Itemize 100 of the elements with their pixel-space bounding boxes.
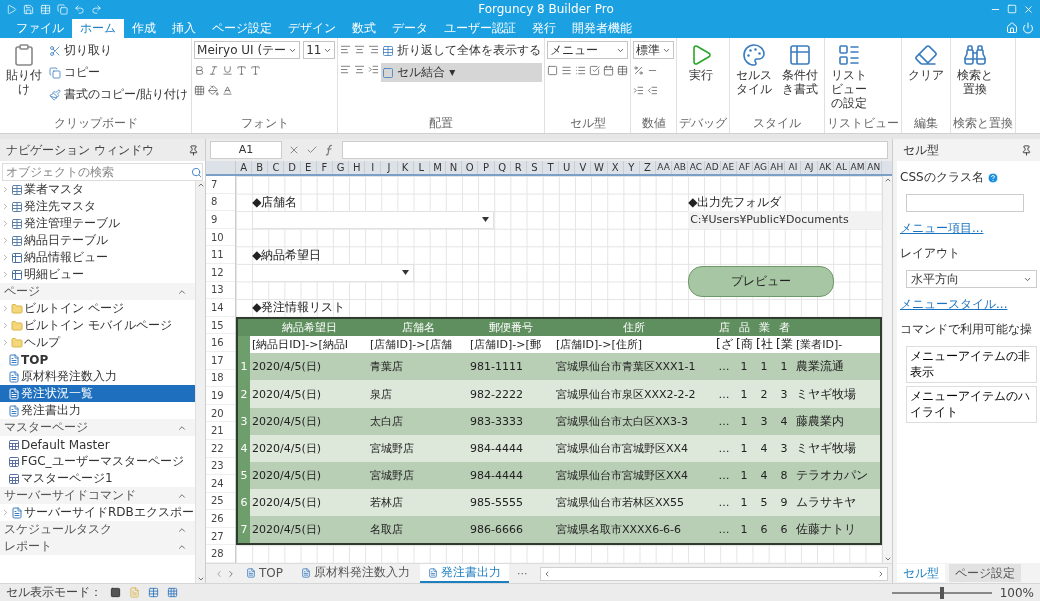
list-row[interactable]: 7 2020/4/5(日) 名取店 986-6666 宮城県名取市XXXX6-6-6 … 1 6 6 佐藤ナトリ xyxy=(238,516,880,544)
sheet-tab[interactable]: 発注書出力 xyxy=(420,564,509,583)
list-icon[interactable] xyxy=(575,65,587,76)
nav-item[interactable]: 納品情報ビュー xyxy=(0,249,195,266)
ribbon-dropdown[interactable]: メニュー xyxy=(547,41,629,59)
row-header[interactable]: 8 xyxy=(206,193,235,212)
row-header[interactable]: 14 xyxy=(206,299,235,317)
column-header[interactable]: AK xyxy=(817,161,834,174)
column-header[interactable]: V xyxy=(575,161,592,174)
row-header[interactable]: 19 xyxy=(206,387,235,405)
column-header[interactable]: AE xyxy=(720,161,737,174)
nav-section-header[interactable]: レポート xyxy=(0,538,195,555)
column-header[interactable]: AJ xyxy=(801,161,818,174)
nav-item[interactable]: 発注書出力 xyxy=(0,402,195,419)
folder-path-field[interactable]: C:¥Users¥Public¥Documents xyxy=(688,211,882,229)
nav-section-header[interactable]: ページ xyxy=(0,283,195,300)
ribbon-button[interactable]: 検索と置換 xyxy=(953,41,998,99)
nav-item[interactable]: 明細ビュー xyxy=(0,266,195,283)
align-left-icon[interactable] xyxy=(340,44,352,55)
column-header[interactable]: P xyxy=(478,161,495,174)
column-header[interactable]: AC xyxy=(688,161,705,174)
ribbon-button[interactable]: 書式のコピー/貼り付け xyxy=(48,85,190,104)
column-header[interactable]: H xyxy=(349,161,366,174)
column-header[interactable]: AD xyxy=(704,161,721,174)
scroll-up-icon[interactable] xyxy=(196,181,205,189)
column-header[interactable]: J xyxy=(381,161,398,174)
column-header[interactable]: R xyxy=(510,161,527,174)
menu-icon[interactable] xyxy=(561,65,573,76)
row-header[interactable]: 22 xyxy=(206,439,235,458)
table-icon[interactable] xyxy=(148,587,159,598)
row-header[interactable]: 16 xyxy=(206,334,235,352)
nav-item[interactable]: TOP xyxy=(0,351,195,368)
column-header[interactable]: U xyxy=(559,161,576,174)
list-row[interactable]: 2 2020/4/5(日) 泉店 982-2222 宮城県仙台市泉区XXX2-2-2 … 1 2 3 ミヤギ牧場 xyxy=(238,380,880,408)
font-size-icon[interactable] xyxy=(236,65,248,76)
column-header[interactable]: G xyxy=(332,161,350,174)
align-center-icon[interactable] xyxy=(354,64,366,75)
square-icon[interactable] xyxy=(110,587,121,598)
more-tabs-button[interactable]: ··· xyxy=(511,566,534,581)
ribbon-button[interactable]: セル結合 ▾ xyxy=(381,63,543,82)
vertical-scrollbar[interactable] xyxy=(882,176,892,563)
column-header[interactable]: AF xyxy=(736,161,753,174)
column-header[interactable]: L xyxy=(413,161,430,174)
bold-icon[interactable] xyxy=(194,65,206,76)
nav-item[interactable]: Default Master xyxy=(0,436,195,453)
cancel-icon[interactable] xyxy=(288,144,300,156)
nav-item[interactable]: 業者マスタ xyxy=(0,181,195,198)
scroll-up-icon[interactable] xyxy=(883,176,892,184)
ribbon-button[interactable]: 切り取り xyxy=(48,41,190,60)
column-header[interactable]: E xyxy=(300,161,317,174)
ribbon-dropdown[interactable]: Meiryo UI (テー xyxy=(194,41,301,59)
align-right-icon[interactable] xyxy=(368,44,380,55)
column-header[interactable]: AB xyxy=(672,161,689,174)
name-box[interactable]: A1 xyxy=(210,141,282,159)
fill-color-icon[interactable] xyxy=(208,85,220,96)
indent-icon[interactable] xyxy=(368,64,380,75)
indent-icon[interactable] xyxy=(633,85,645,96)
grid-icon[interactable] xyxy=(167,587,178,598)
ribbon-dropdown[interactable]: 11 xyxy=(303,41,336,59)
command-button[interactable]: メニューアイテムの非表示 xyxy=(906,346,1037,384)
table-icon[interactable] xyxy=(617,65,629,76)
column-header[interactable]: O xyxy=(462,161,479,174)
nav-item[interactable]: ヘルプ xyxy=(0,334,195,351)
panel-tab[interactable]: セル型 xyxy=(897,564,945,582)
panel-tab[interactable]: ページ設定 xyxy=(949,564,1021,582)
column-header[interactable]: M xyxy=(429,161,447,174)
column-header[interactable]: D xyxy=(284,161,301,174)
column-header[interactable]: Z xyxy=(639,161,657,174)
search-field[interactable]: オブジェクトの検索 xyxy=(2,163,203,181)
sheet-tab[interactable]: TOP xyxy=(238,564,291,583)
ribbon-button[interactable]: クリア xyxy=(904,41,949,85)
check-icon[interactable] xyxy=(306,144,318,156)
column-header[interactable]: C xyxy=(268,161,285,174)
column-header[interactable]: S xyxy=(526,161,543,174)
percent-icon[interactable] xyxy=(633,65,645,76)
css-class-field[interactable] xyxy=(906,194,1024,212)
preview-button[interactable]: プレビュー xyxy=(688,265,834,298)
nav-item[interactable]: 納品日テーブル xyxy=(0,232,195,249)
column-header[interactable]: A xyxy=(236,161,253,174)
close-icon[interactable] xyxy=(1023,3,1034,15)
list-row[interactable]: 5 2020/4/5(日) 宮城野店 984-4444 宮城県仙台市宮城野区XX4 … 1 4 8 テラオカパン xyxy=(238,461,880,490)
nav-item[interactable]: 発注管理テーブル xyxy=(0,215,195,232)
column-header[interactable]: I xyxy=(365,161,382,174)
ribbon-button[interactable]: 折り返して全体を表示する xyxy=(381,41,543,60)
layout-dropdown[interactable]: 水平方向 xyxy=(906,270,1037,288)
ribbon-tab[interactable]: ホーム xyxy=(72,19,124,38)
menu-items-link[interactable]: メニュー項目... xyxy=(900,220,984,237)
help-icon[interactable] xyxy=(986,171,999,184)
maximize-icon[interactable] xyxy=(1007,4,1017,14)
row-header[interactable]: 17 xyxy=(206,351,235,370)
next-sheet-icon[interactable] xyxy=(226,568,236,579)
align-center-icon[interactable] xyxy=(354,44,366,55)
sheet-tab[interactable]: 原材料発注数入力 xyxy=(293,564,418,583)
row-header[interactable]: 18 xyxy=(206,369,235,388)
ribbon-button[interactable]: リストビューの設定 xyxy=(827,41,872,113)
italic-icon[interactable] xyxy=(208,65,220,76)
column-header[interactable]: AA xyxy=(656,161,673,174)
list-row[interactable]: 3 2020/4/5(日) 太白店 983-3333 宮城県仙台市太白区XX3-3 … 1 3 4 藤農業内 xyxy=(238,407,880,435)
ribbon-button[interactable]: 実行 xyxy=(679,41,724,85)
list-view[interactable] xyxy=(236,316,882,546)
